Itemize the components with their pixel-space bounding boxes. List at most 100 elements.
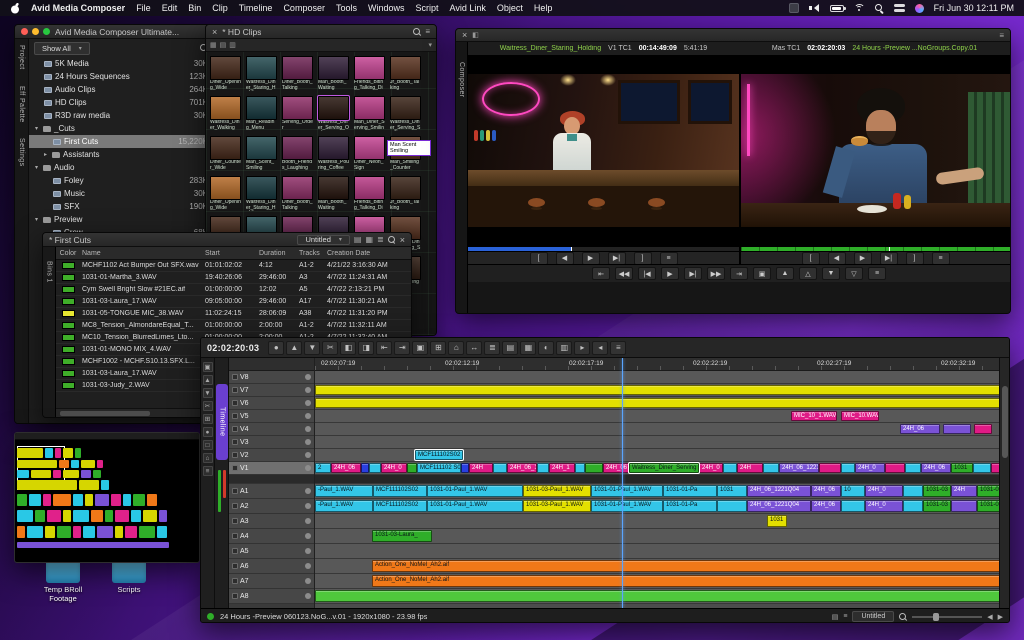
monitor-icon[interactable]: [305, 503, 311, 509]
fast-menu-icon[interactable]: ≡: [843, 613, 847, 620]
column-header-tracks[interactable]: Tracks: [299, 250, 327, 257]
timeline-clip[interactable]: [461, 463, 469, 473]
timeline-clip[interactable]: [717, 500, 747, 512]
record-track-label[interactable]: Mas TC1: [772, 45, 800, 52]
menu-script[interactable]: Script: [415, 3, 438, 13]
timeline-clip[interactable]: 24H_0: [865, 485, 903, 497]
timeline-clip[interactable]: 1031-03: [923, 485, 951, 497]
timeline-clip[interactable]: MCF111102S02: [415, 450, 463, 460]
clip-thumbnail[interactable]: Waitress_Pouring_Coffee: [318, 136, 349, 171]
wifi-icon[interactable]: [854, 4, 865, 13]
timeline-clip[interactable]: [575, 463, 585, 473]
tool-keyframe-icon[interactable]: ●: [203, 427, 213, 437]
search-icon[interactable]: [875, 4, 884, 13]
track-header-v3[interactable]: V3: [229, 436, 314, 449]
timeline-clip[interactable]: [493, 463, 507, 473]
timeline-clip[interactable]: 1031-03: [923, 500, 951, 512]
bin-item-5k-media[interactable]: 5K Media30K: [29, 57, 213, 70]
tool-render-icon[interactable]: □: [203, 440, 213, 450]
clip-color-chip[interactable]: [62, 346, 75, 353]
monitor-icon[interactable]: [305, 465, 311, 471]
tool-splice-in-icon[interactable]: ▲: [203, 375, 213, 385]
clip-thumbnail[interactable]: Man_Booth_Waiting: [318, 56, 349, 91]
fast-menu-icon[interactable]: ≡: [999, 31, 1004, 40]
track-header-a1[interactable]: A1: [229, 484, 314, 499]
close-icon[interactable]: ×: [212, 27, 217, 37]
bin-list-row[interactable]: MC8_Tension_AlmondareEqual_T...01:00:00:…: [56, 320, 411, 332]
composer-window[interactable]: × ◧ ≡ Composer Waitress_Diner_Staring_Ho…: [455, 28, 1011, 314]
timeline-clip[interactable]: [951, 500, 977, 512]
timeline-clip[interactable]: Action_One_NoMel_Ah2.aif: [372, 560, 999, 572]
track-header-a6[interactable]: A6: [229, 559, 314, 574]
scroll-right-icon[interactable]: ▶: [998, 613, 1003, 621]
bin-item-sfx[interactable]: SFX190K: [29, 200, 213, 213]
clip-color-chip[interactable]: [62, 334, 75, 341]
clip-thumbnail[interactable]: Friends_Biting_Talking_Diner: [354, 176, 385, 211]
side-tab-settings[interactable]: Settings: [18, 138, 25, 167]
toolbar-mark-in-icon[interactable]: ⇤: [376, 341, 392, 355]
track-header-tc[interactable]: [229, 475, 314, 484]
column-header-creation-date[interactable]: Creation Date: [327, 250, 411, 257]
tool-trim-icon[interactable]: ✂: [203, 401, 213, 411]
siri-icon[interactable]: [915, 4, 924, 13]
source-step-forward-icon[interactable]: ▶|: [608, 252, 626, 265]
timeline-clip[interactable]: 24H_0: [855, 463, 885, 473]
clip-thumbnail[interactable]: Diner_Booth_Talking: [282, 56, 313, 91]
record-arm-icon[interactable]: [232, 548, 238, 554]
menu-tools[interactable]: Tools: [336, 3, 357, 13]
text-view-icon[interactable]: ▤: [220, 41, 227, 49]
clip-color-chip[interactable]: [62, 382, 75, 389]
clip-thumbnail[interactable]: Diner_Opening_Wide: [210, 56, 241, 91]
toolbar-fast-menu-icon[interactable]: ≡: [610, 341, 626, 355]
timeline-clip[interactable]: Action_One_NoMel_Ah2.aif: [372, 575, 999, 587]
clip-thumbnail[interactable]: Serving_Order: [282, 96, 313, 131]
timeline-clip[interactable]: 1031-01-Pa: [663, 485, 717, 497]
timeline-clip[interactable]: 24H: [951, 485, 977, 497]
menu-help[interactable]: Help: [534, 3, 553, 13]
record-menu-icon[interactable]: ≡: [932, 252, 950, 265]
record-arm-icon[interactable]: [232, 439, 238, 445]
column-header-color[interactable]: Color: [56, 250, 80, 257]
transport-extract-icon[interactable]: ▲: [776, 267, 794, 280]
menu-file[interactable]: File: [136, 3, 151, 13]
source-position-bar[interactable]: [468, 246, 739, 251]
record-mark-out-icon[interactable]: ]: [906, 252, 924, 265]
track-header-a5[interactable]: A5: [229, 544, 314, 559]
toolbar-video-quality-icon[interactable]: ▦: [520, 341, 536, 355]
track-lane-v6[interactable]: [315, 397, 999, 410]
overview-content[interactable]: [15, 440, 199, 562]
toolbar-segment-overwrite-icon[interactable]: ◨: [358, 341, 374, 355]
toolbar-mark-clip-icon[interactable]: ▣: [412, 341, 428, 355]
track-header-a7[interactable]: A7: [229, 574, 314, 589]
timeline-clip[interactable]: [841, 500, 865, 512]
column-header-duration[interactable]: Duration: [259, 250, 299, 257]
menu-clip[interactable]: Clip: [212, 3, 228, 13]
zoom-slider[interactable]: [912, 616, 982, 618]
transport-play-icon[interactable]: ▶: [661, 267, 679, 280]
record-position-bar[interactable]: [741, 246, 1010, 251]
timeline-clip[interactable]: [723, 463, 737, 473]
transport-fast-forward-icon[interactable]: ▶▶: [707, 267, 725, 280]
source-mark-out-icon[interactable]: ]: [634, 252, 652, 265]
record-arm-icon[interactable]: [232, 593, 238, 599]
clip-thumbnail[interactable]: Man_Reading_Menu: [246, 96, 277, 131]
clip-thumbnail[interactable]: Waitress_Diner_Serving_Smiling: [390, 96, 421, 131]
timeline-clip[interactable]: 1031: [717, 485, 747, 497]
close-icon[interactable]: ×: [400, 235, 405, 245]
record-arm-icon[interactable]: [232, 563, 238, 569]
record-step-back-icon[interactable]: ◀: [828, 252, 846, 265]
bin-item-r3d-raw-media[interactable]: R3D raw media30K: [29, 109, 213, 122]
battery-icon[interactable]: [830, 5, 844, 12]
timeline-window[interactable]: 02:02:20:03 ●▲▼✂◧◨⇤⇥▣⊞⌂↔≣▤▦◐▥▸◂≡ ▣▲▼✂⊞●□…: [200, 337, 1010, 623]
timeline-clip[interactable]: 24H: [469, 463, 493, 473]
volume-icon[interactable]: [809, 4, 820, 13]
timeline-clip[interactable]: 24H_06: [811, 500, 841, 512]
menu-object[interactable]: Object: [497, 3, 523, 13]
record-monitor[interactable]: [◀▶▶|]≡: [739, 56, 1010, 264]
clip-color-chip[interactable]: [62, 358, 75, 365]
timeline-clip[interactable]: 1031: [767, 515, 787, 527]
frame-view-icon[interactable]: ▦: [210, 41, 217, 49]
record-arm-icon[interactable]: [232, 400, 238, 406]
monitor-icon[interactable]: [305, 533, 311, 539]
tool-effect-mode-icon[interactable]: ⊞: [203, 414, 213, 424]
